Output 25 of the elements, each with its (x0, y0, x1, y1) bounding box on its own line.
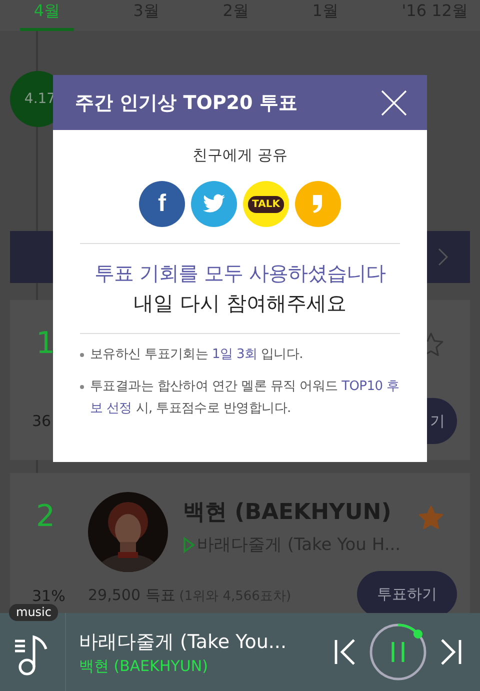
music-badge: music (9, 604, 58, 621)
status-message: 투표 기회를 모두 사용하셨습니다 (94, 260, 386, 287)
pause-button[interactable] (368, 622, 428, 682)
note-text: 보유하신 투표기회는 1일 3회 입니다. (90, 346, 303, 364)
close-icon[interactable] (381, 90, 407, 116)
note-text: 투표결과는 합산하여 연간 멜론 뮤직 어워드 TOP10 후보 선정 시, 투표점수로 반영합니다. (90, 378, 400, 418)
month-tab[interactable]: 4월 (20, 0, 74, 31)
dialog-title: 주간 인기상 TOP20 투표 (75, 90, 298, 116)
bullet-icon (80, 385, 84, 389)
talk-share-button[interactable]: TALK (243, 181, 289, 227)
next-icon[interactable] (440, 639, 462, 665)
twitter-share-button[interactable] (191, 181, 237, 227)
track-title: 바래다줄게 (Take You... (79, 630, 288, 654)
bird-icon (202, 194, 226, 214)
share-label: 친구에게 공유 (192, 146, 288, 165)
facebook-share-button[interactable]: f (139, 181, 185, 227)
chevron-right-icon (438, 248, 448, 266)
rank-number: 1 (36, 326, 56, 361)
quote-mark-icon (311, 193, 325, 215)
star-icon[interactable] (418, 505, 444, 530)
track-artist: 백현 (BAEKHYUN) (79, 656, 209, 676)
previous-icon[interactable] (334, 639, 356, 665)
rank-number: 2 (36, 499, 56, 534)
bullet-icon (80, 353, 84, 357)
retry-message: 내일 다시 참여해주세요 (132, 290, 348, 317)
